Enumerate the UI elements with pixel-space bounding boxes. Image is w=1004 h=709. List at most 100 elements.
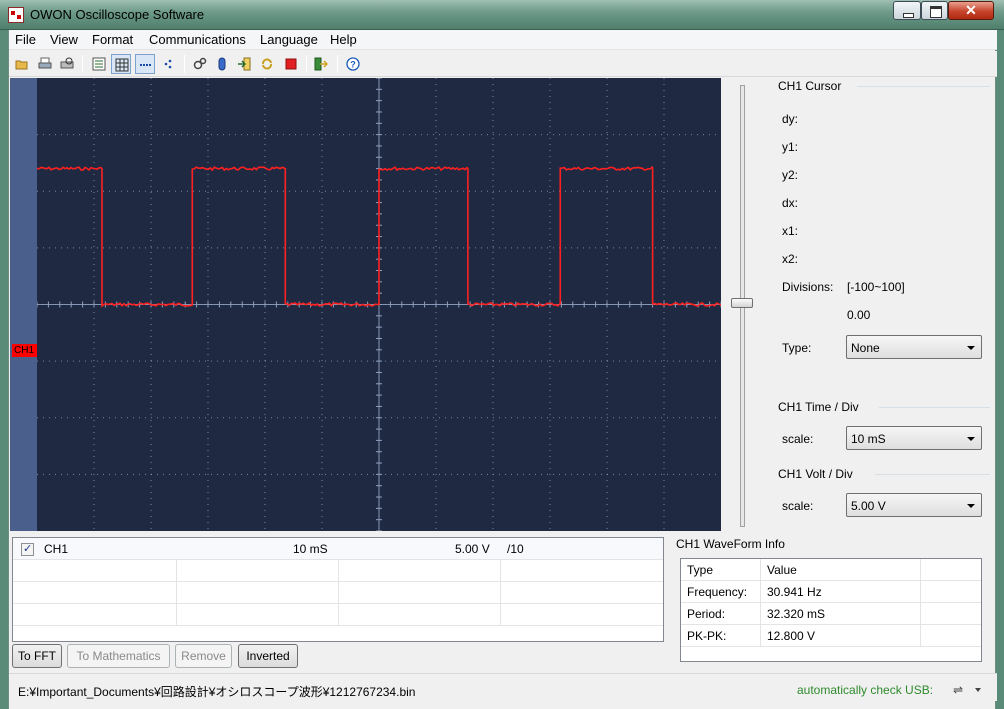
scope-marker-strip: CH1: [10, 78, 44, 531]
list-item: [13, 604, 663, 626]
y1-label: y1:: [782, 140, 799, 154]
main-window: File View Format Communications Language…: [8, 30, 997, 709]
menu-format[interactable]: Format: [92, 32, 133, 47]
type-label: Type:: [782, 341, 812, 355]
oscilloscope-display[interactable]: [36, 77, 722, 532]
frequency-value: 30.941 Hz: [761, 581, 921, 603]
list-view-icon: [92, 57, 106, 71]
print-preview-icon: [60, 57, 74, 69]
time-scale-select[interactable]: 10 mS: [846, 426, 982, 450]
offset-slider-thumb[interactable]: [731, 298, 753, 308]
list-item: [13, 582, 663, 604]
channel-volt: 5.00 V: [455, 542, 490, 556]
help-icon: ?: [346, 57, 360, 71]
x1-label: x1:: [782, 224, 799, 238]
dots-view-button[interactable]: [159, 54, 179, 74]
table-row: Frequency: 30.941 Hz: [681, 581, 981, 603]
settings-button[interactable]: [190, 54, 210, 74]
waveform-info-table: Type Value Frequency: 30.941 Hz Period: …: [680, 558, 982, 662]
pk-pk-value: 12.800 V: [761, 625, 921, 647]
channel-list: CH1 10 mS 5.00 V /10: [12, 537, 664, 642]
stop-icon: [285, 58, 297, 70]
divisions-label: Divisions:: [782, 280, 834, 294]
grid-view-icon: [115, 58, 129, 72]
table-header: Type Value: [681, 559, 981, 581]
ch1-level-marker[interactable]: CH1: [12, 344, 44, 357]
type-column-header: Type: [681, 559, 761, 581]
divisions-value[interactable]: 0.00: [847, 308, 870, 322]
toolbar-separator: [184, 55, 185, 73]
settings-icon: [193, 57, 207, 70]
ch1-enable-checkbox[interactable]: [21, 542, 34, 556]
menu-view[interactable]: View: [50, 32, 78, 47]
table-row: Period: 32.320 mS: [681, 603, 981, 625]
channel-name: CH1: [44, 542, 69, 556]
to-fft-button[interactable]: To FFT: [12, 644, 62, 668]
chevron-down-icon: [967, 437, 975, 441]
capsule-icon: [218, 57, 226, 71]
ch1-waveform-trace: [36, 165, 722, 308]
open-button[interactable]: [12, 54, 32, 74]
maximize-button[interactable]: [921, 1, 948, 20]
frequency-label: Frequency:: [681, 581, 761, 603]
menu-communications[interactable]: Communications: [149, 32, 246, 47]
time-div-group-label: CH1 Time / Div: [778, 400, 859, 414]
status-bar: E:¥Important_Documents¥回路設計¥オシロスコープ波形¥12…: [9, 673, 997, 701]
grid-view-button[interactable]: [111, 54, 131, 74]
close-button[interactable]: ✕: [948, 1, 994, 20]
print-preview-button[interactable]: [57, 54, 77, 74]
chevron-down-icon[interactable]: [975, 688, 981, 692]
table-row: PK-PK: 12.800 V: [681, 625, 981, 647]
app-icon: [8, 7, 24, 23]
menu-file[interactable]: File: [15, 32, 36, 47]
pk-pk-label: PK-PK:: [681, 625, 761, 647]
divisions-range: [-100~100]: [847, 280, 905, 294]
export-button[interactable]: [311, 54, 331, 74]
value-column-header: Value: [761, 559, 921, 581]
list-view-button[interactable]: [89, 54, 109, 74]
export-icon: [314, 57, 328, 71]
menu-help[interactable]: Help: [330, 32, 357, 47]
cursor-group-label: CH1 Cursor: [778, 79, 842, 93]
window-title: OWON Oscilloscope Software: [30, 7, 205, 22]
channel-time: 10 mS: [293, 542, 328, 556]
help-button[interactable]: ?: [343, 54, 363, 74]
chevron-down-icon: [967, 346, 975, 350]
title-bar: OWON Oscilloscope Software ✕: [0, 0, 1004, 30]
volt-scale-select[interactable]: 5.00 V: [846, 493, 982, 517]
import-button[interactable]: [234, 54, 254, 74]
print-button[interactable]: [35, 54, 55, 74]
minimize-button[interactable]: [893, 1, 921, 20]
usb-status-text: automatically check USB:: [797, 683, 934, 697]
inverted-button[interactable]: Inverted: [238, 644, 298, 668]
stop-button[interactable]: [281, 54, 301, 74]
cursor-type-select[interactable]: None: [846, 335, 982, 359]
time-scale-label: scale:: [782, 432, 814, 446]
usb-icon[interactable]: ⇌: [953, 683, 963, 697]
toolbar: ?: [9, 51, 997, 77]
capsule-button[interactable]: [212, 54, 232, 74]
remove-button[interactable]: Remove: [175, 644, 232, 668]
toolbar-separator: [306, 55, 307, 73]
group-divider: [879, 407, 990, 408]
group-divider: [875, 474, 990, 475]
dots-view-icon: [164, 59, 172, 69]
menu-language[interactable]: Language: [260, 32, 318, 47]
line-view-button[interactable]: [135, 54, 155, 74]
chevron-down-icon: [967, 504, 975, 508]
waveform-info-label: CH1 WaveForm Info: [676, 537, 785, 551]
refresh-button[interactable]: [257, 54, 277, 74]
toolbar-separator: [82, 55, 83, 73]
channel-row-ch1[interactable]: CH1 10 mS 5.00 V /10: [13, 538, 663, 560]
to-mathematics-button[interactable]: To Mathematics: [67, 644, 170, 668]
list-item: [13, 560, 663, 582]
refresh-icon: [262, 58, 272, 70]
channel-probe: /10: [507, 542, 524, 556]
menu-bar: File View Format Communications Language…: [9, 30, 997, 50]
volt-div-group-label: CH1 Volt / Div: [778, 467, 853, 481]
group-divider: [857, 86, 990, 87]
dx-label: dx:: [782, 196, 799, 210]
print-icon: [38, 57, 52, 69]
waveform-plot: [36, 77, 722, 532]
y2-label: y2:: [782, 168, 799, 182]
